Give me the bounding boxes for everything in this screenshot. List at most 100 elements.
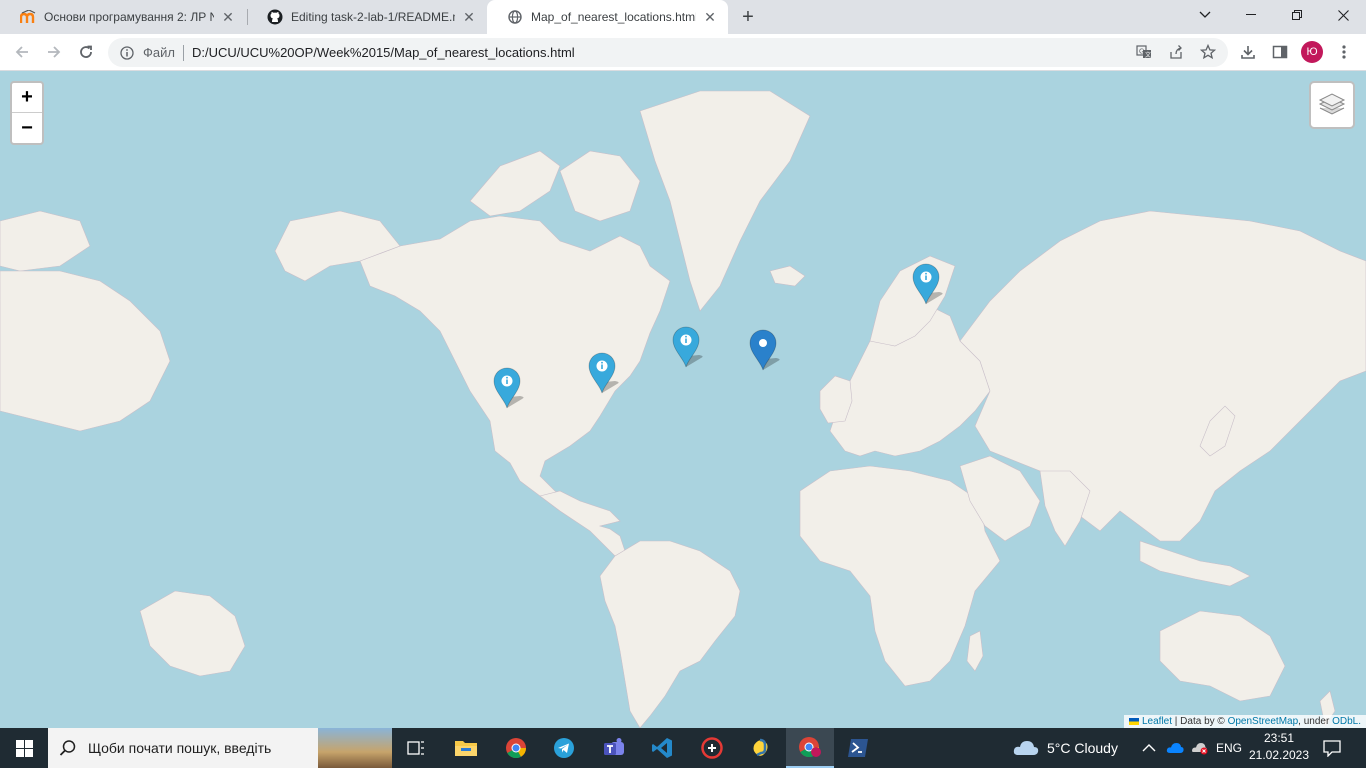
attribution-text-under: , under — [1298, 716, 1333, 727]
powershell-button[interactable] — [834, 728, 882, 768]
file-explorer-button[interactable] — [442, 728, 490, 768]
kebab-menu-icon — [1342, 45, 1346, 59]
windows-taskbar: Щоби почати пошук, введіть 5°C Cloudy EN… — [0, 728, 1366, 768]
downloads-button[interactable] — [1234, 38, 1262, 66]
zoom-in-button[interactable]: + — [12, 83, 42, 113]
network-tray[interactable] — [1190, 728, 1208, 768]
map-marker[interactable] — [492, 367, 524, 409]
github-icon — [267, 9, 283, 25]
onedrive-tray[interactable] — [1166, 728, 1184, 768]
arrow-right-icon — [48, 46, 61, 58]
bookmark-button[interactable] — [1194, 38, 1222, 66]
start-button[interactable] — [0, 728, 48, 768]
chevron-up-icon — [1142, 744, 1156, 752]
network-icon — [1192, 743, 1208, 755]
close-window-button[interactable] — [1320, 0, 1366, 30]
search-icon — [48, 739, 88, 757]
notifications-button[interactable] — [1322, 728, 1342, 768]
restore-button[interactable] — [1274, 0, 1320, 30]
divider — [182, 44, 184, 61]
gaming-app-button[interactable] — [688, 728, 736, 768]
share-button[interactable] — [1162, 38, 1190, 66]
vscode-button[interactable] — [638, 728, 686, 768]
input-language[interactable]: ENG — [1216, 728, 1242, 768]
task-view-icon — [407, 741, 424, 755]
tab-search-button[interactable] — [1182, 0, 1228, 30]
osm-link[interactable]: OpenStreetMap — [1228, 716, 1299, 727]
tab-title: Editing task-2-lab-1/README.mc — [291, 10, 455, 24]
taskbar-search[interactable]: Щоби почати пошук, введіть — [48, 728, 392, 768]
leaflet-link[interactable]: Leaflet — [1142, 716, 1172, 727]
minimize-button[interactable] — [1228, 0, 1274, 30]
close-icon[interactable]: ✕ — [220, 9, 236, 25]
reload-button[interactable] — [72, 38, 100, 66]
tab-map[interactable]: Map_of_nearest_locations.html ✕ — [487, 0, 728, 34]
scheme-label: Файл — [143, 45, 175, 60]
file-explorer-icon — [455, 741, 477, 756]
chrome-profile-button[interactable] — [786, 728, 834, 768]
telegram-button[interactable] — [540, 728, 588, 768]
address-bar[interactable]: Файл D:/UCU/UCU%20OP/Week%2015/Map_of_ne… — [108, 38, 1228, 67]
chevron-down-icon — [1199, 11, 1211, 18]
info-icon[interactable] — [119, 45, 135, 61]
new-tab-button[interactable]: + — [736, 5, 760, 29]
tab-github[interactable]: Editing task-2-lab-1/README.mc ✕ — [247, 0, 487, 34]
browser-toolbar: Файл D:/UCU/UCU%20OP/Week%2015/Map_of_ne… — [0, 34, 1366, 71]
side-panel-button[interactable] — [1266, 38, 1294, 66]
share-icon — [1170, 45, 1182, 59]
attribution-text: | Data by © — [1172, 716, 1228, 727]
menu-button[interactable] — [1330, 38, 1358, 66]
svg-text:文: 文 — [1145, 51, 1151, 59]
teams-button[interactable] — [590, 728, 638, 768]
world-basemap — [0, 90, 1366, 728]
gaming-app-icon — [701, 737, 723, 759]
python-idle-icon — [753, 738, 768, 757]
tab-moodle[interactable]: Основи програмування 2: ЛР N ✕ — [0, 0, 246, 34]
powershell-icon — [848, 739, 868, 757]
back-button[interactable] — [8, 38, 36, 66]
arrow-left-icon — [15, 46, 28, 58]
ukraine-flag-icon — [1129, 717, 1140, 725]
profile-avatar[interactable]: Ю — [1301, 41, 1323, 63]
vscode-icon — [652, 738, 672, 758]
restore-icon — [1292, 10, 1302, 20]
tab-title: Map_of_nearest_locations.html — [531, 10, 696, 24]
clock-time: 23:51 — [1263, 731, 1295, 745]
translate-button[interactable]: G文 — [1130, 38, 1158, 66]
python-idle-button[interactable] — [736, 728, 784, 768]
search-highlight-image — [318, 728, 392, 768]
layer-control-button[interactable] — [1309, 81, 1355, 129]
telegram-icon — [554, 738, 574, 758]
taskbar-clock[interactable]: 23:51 21.02.2023 — [1246, 730, 1312, 764]
cloud-icon — [1013, 741, 1039, 755]
close-icon[interactable]: ✕ — [461, 9, 477, 25]
chrome-profile-icon — [799, 737, 821, 758]
map-marker[interactable] — [671, 326, 704, 368]
zoom-out-button[interactable]: − — [12, 113, 42, 143]
onedrive-icon — [1166, 743, 1184, 753]
side-panel-icon — [1272, 45, 1288, 59]
tab-strip: Основи програмування 2: ЛР N ✕ Editing t… — [0, 0, 1366, 34]
reload-icon — [80, 45, 92, 58]
map-marker[interactable] — [911, 263, 943, 305]
notification-icon — [1323, 740, 1341, 757]
task-view-button[interactable] — [392, 728, 440, 768]
map-container[interactable]: + − Leaflet | Data by © OpenStreetMap, u… — [0, 71, 1366, 728]
map-marker[interactable] — [748, 329, 780, 371]
minimize-icon — [1246, 14, 1256, 15]
chrome-icon — [506, 738, 527, 759]
forward-button[interactable] — [40, 38, 68, 66]
search-placeholder: Щоби почати пошук, введіть — [88, 740, 272, 756]
show-hidden-icons[interactable] — [1142, 728, 1156, 768]
tab-title: Основи програмування 2: ЛР N — [44, 10, 214, 24]
map-marker[interactable] — [587, 352, 619, 394]
weather-widget[interactable]: 5°C Cloudy — [1012, 728, 1118, 768]
windows-icon — [15, 739, 33, 757]
moodle-icon — [20, 9, 36, 25]
clock-date: 21.02.2023 — [1248, 748, 1310, 762]
close-icon[interactable]: ✕ — [702, 9, 718, 25]
globe-icon — [507, 9, 523, 25]
url-text[interactable]: D:/UCU/UCU%20OP/Week%2015/Map_of_nearest… — [192, 45, 575, 60]
chrome-button[interactable] — [492, 728, 540, 768]
odbl-link[interactable]: ODbL. — [1332, 716, 1361, 727]
